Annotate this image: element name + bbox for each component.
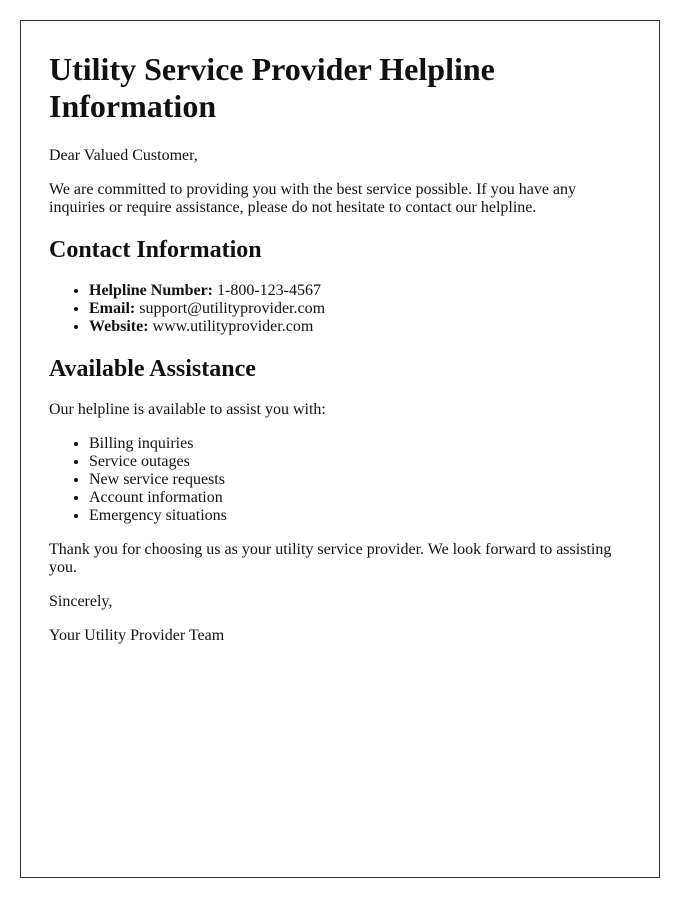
email-address: support@utilityprovider.com <box>139 300 326 317</box>
website-address: www.utilityprovider.com <box>152 318 314 335</box>
assistance-intro: Our helpline is available to assist you … <box>49 401 326 418</box>
intro-paragraph: We are committed to providing you with t… <box>49 181 577 216</box>
contact-item-email: Email: support@utilityprovider.com <box>89 300 631 318</box>
list-item: Account information <box>89 489 631 507</box>
list-item: Billing inquiries <box>89 435 631 453</box>
contact-item-helpline: Helpline Number: 1-800-123-4567 <box>89 282 631 300</box>
list-item: New service requests <box>89 471 631 489</box>
greeting: Dear Valued Customer, <box>49 147 198 164</box>
letter-container: Utility Service Provider Helpline Inform… <box>20 20 660 878</box>
signoff: Sincerely, <box>49 593 113 610</box>
closing-paragraph: Thank you for choosing us as your utilit… <box>49 541 612 576</box>
helpline-number: 1-800-123-4567 <box>217 282 321 299</box>
signature: Your Utility Provider Team <box>49 627 225 644</box>
page-title: Utility Service Provider Helpline Inform… <box>49 51 495 124</box>
contact-item-website: Website: www.utilityprovider.com <box>89 318 631 336</box>
list-item: Emergency situations <box>89 507 631 525</box>
contact-label: Email: <box>89 300 136 317</box>
list-item: Service outages <box>89 453 631 471</box>
contact-list: Helpline Number: 1-800-123-4567 Email: s… <box>49 282 631 336</box>
contact-label: Website: <box>89 318 149 335</box>
contact-label: Helpline Number: <box>89 282 213 299</box>
assistance-heading: Available Assistance <box>49 356 256 382</box>
assistance-list: Billing inquiries Service outages New se… <box>49 435 631 525</box>
contact-heading: Contact Information <box>49 237 262 263</box>
